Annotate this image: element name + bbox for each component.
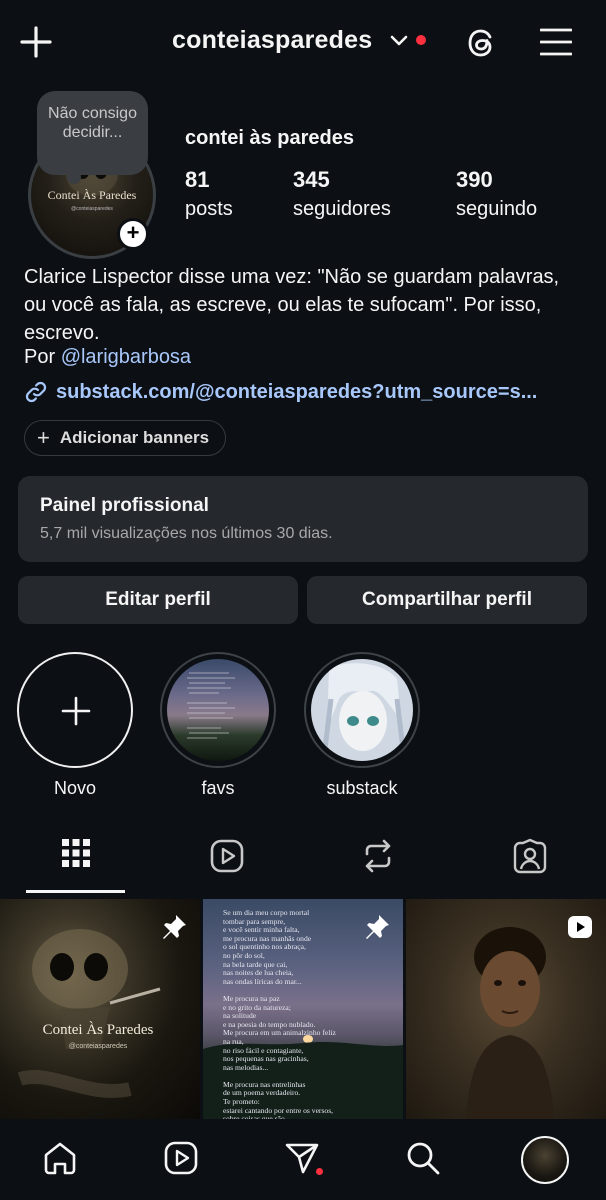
highlight-new[interactable]: Novo: [16, 652, 134, 799]
plus-icon[interactable]: [20, 26, 52, 58]
link-text: substack.com/@conteiasparedes?utm_source…: [56, 380, 538, 403]
profile-link[interactable]: substack.com/@conteiasparedes?utm_source…: [24, 380, 576, 404]
tab-reposts[interactable]: [328, 838, 428, 878]
reposts-icon: [361, 838, 395, 878]
bio-text: Clarice Lispector disse uma vez: "Não se…: [24, 266, 560, 344]
grid-post-2[interactable]: Se um dia meu corpo mortal tombar para s…: [203, 899, 403, 1119]
professional-dashboard[interactable]: Painel profissional 5,7 mil visualizaçõe…: [18, 476, 588, 562]
highlight-favs[interactable]: favs: [159, 652, 277, 799]
threads-icon[interactable]: [464, 25, 500, 61]
highlight-substack[interactable]: substack: [303, 652, 421, 799]
stat-following[interactable]: 390 seguindo: [456, 167, 537, 221]
tab-grid[interactable]: [26, 838, 126, 878]
avatar-handle: @conteiasparedes: [71, 206, 113, 212]
reel-icon: [566, 913, 594, 941]
tab-reels[interactable]: [177, 838, 277, 878]
new-highlight-circle: [17, 652, 133, 768]
highlight-label: substack: [326, 778, 398, 798]
grid-icon: [61, 838, 91, 878]
highlight-label: favs: [201, 778, 235, 798]
grid-post-3[interactable]: [406, 899, 606, 1119]
active-tab-indicator: [26, 890, 125, 893]
top-bar: conteiasparedes: [0, 0, 606, 86]
username: conteiasparedes: [172, 26, 373, 54]
profile-icon[interactable]: [521, 1136, 569, 1184]
home-icon[interactable]: [42, 1140, 78, 1176]
reels-icon[interactable]: [163, 1140, 199, 1176]
dashboard-title: Painel profissional: [40, 495, 209, 516]
link-icon: [24, 380, 48, 404]
stat-posts[interactable]: 81 posts: [185, 167, 233, 221]
messages-badge: [316, 1168, 323, 1175]
stat-label: posts: [185, 198, 233, 220]
plus-icon: +: [37, 425, 50, 450]
stat-followers[interactable]: 345 seguidores: [293, 167, 391, 221]
add-banners-label: Adicionar banners: [59, 428, 210, 447]
edit-profile-button[interactable]: Editar perfil: [18, 576, 298, 624]
post-sub: @conteiasparedes: [68, 1043, 128, 1050]
bottom-nav: [0, 1120, 606, 1200]
stat-label: seguindo: [456, 198, 538, 220]
chevron-down-icon: [390, 35, 408, 47]
stat-label: seguidores: [293, 198, 391, 220]
note-bubble[interactable]: Não consigo decidir...: [37, 91, 148, 184]
stat-value: 81: [185, 167, 210, 192]
account-switcher[interactable]: conteiasparedes: [172, 26, 427, 55]
stat-value: 390: [456, 167, 493, 192]
search-icon[interactable]: [405, 1140, 441, 1176]
stat-value: 345: [293, 167, 330, 192]
tagged-icon: [512, 838, 548, 878]
pin-icon: [160, 913, 188, 941]
reels-icon: [209, 838, 245, 878]
highlight-label: Novo: [53, 778, 97, 798]
dashboard-subtitle: 5,7 mil visualizações nos últimos 30 dia…: [40, 525, 333, 542]
messages-icon[interactable]: [284, 1140, 320, 1176]
notification-dot: [416, 34, 427, 45]
bio-author-line: Por @larigbarbosa: [24, 346, 191, 369]
highlight-cover: [160, 652, 276, 768]
add-story-icon[interactable]: +: [117, 218, 149, 250]
display-name: contei às paredes: [185, 127, 354, 149]
pin-icon: [363, 913, 391, 941]
avatar-caption: Contei Às Paredes: [47, 188, 137, 202]
hamburger-menu-icon[interactable]: [540, 27, 572, 57]
grid-post-1[interactable]: Contei Às Paredes @conteiasparedes: [0, 899, 200, 1119]
post-caption: Contei Às Paredes: [42, 1022, 154, 1038]
highlight-cover: [304, 652, 420, 768]
tab-tagged[interactable]: [480, 838, 580, 878]
share-profile-button[interactable]: Compartilhar perfil: [307, 576, 587, 624]
add-banners-button[interactable]: + Adicionar banners: [24, 420, 227, 456]
bio-by-prefix: Por: [24, 346, 61, 368]
bio-mention-link[interactable]: @larigbarbosa: [61, 346, 191, 368]
